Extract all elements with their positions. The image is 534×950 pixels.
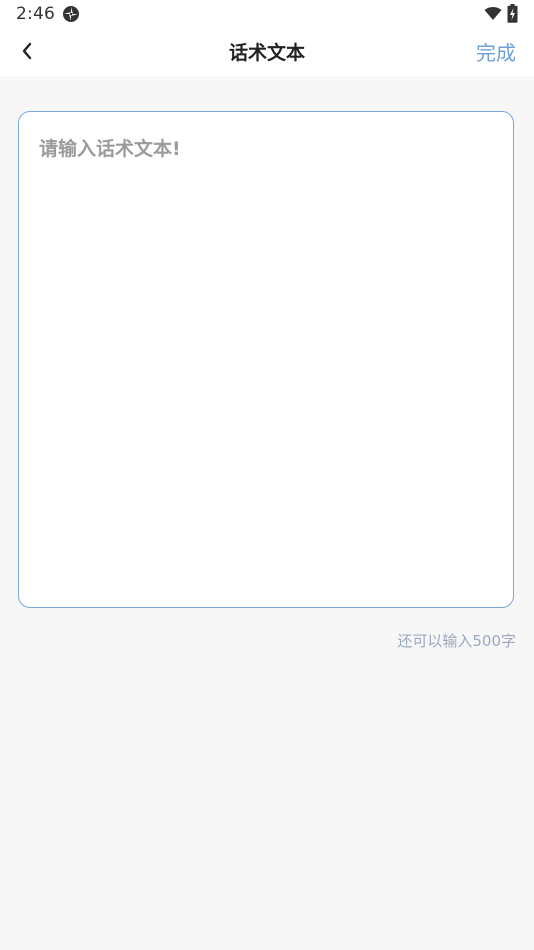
compass-icon: [63, 6, 79, 22]
status-time: 2:46: [16, 4, 55, 24]
wifi-icon: [484, 7, 502, 20]
status-bar: 2:46: [0, 0, 534, 28]
nav-bar: 话术文本 完成: [0, 28, 534, 76]
battery-icon: [507, 4, 518, 23]
page-title: 话术文本: [228, 42, 305, 64]
char-counter: 还可以输入500字: [397, 632, 516, 650]
script-text-input[interactable]: [39, 134, 493, 584]
done-button[interactable]: 完成: [476, 37, 516, 66]
text-editor-box: [18, 111, 514, 608]
